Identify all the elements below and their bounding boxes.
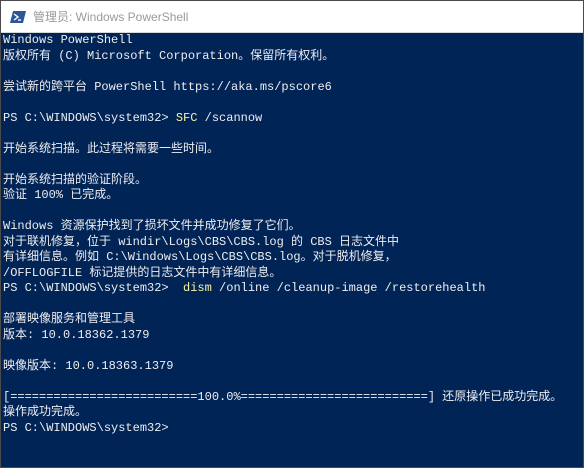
- console-command-args: /scannow: [197, 110, 263, 125]
- console-line: 映像版本: 10.0.18363.1379: [3, 358, 174, 373]
- console-line: 版本: 10.0.18362.1379: [3, 327, 150, 342]
- console-line: 开始系统扫描的验证阶段。: [3, 172, 148, 187]
- window-title: 管理员: Windows PowerShell: [33, 10, 189, 24]
- console-line: /OFFLOGFILE 标记提供的日志文件中有详细信息。: [3, 265, 282, 280]
- console-line: 尝试新的跨平台 PowerShell https://aka.ms/pscore…: [3, 79, 332, 94]
- console-line: 验证 100% 已完成。: [3, 188, 119, 202]
- console-output[interactable]: Windows PowerShell 版权所有 (C) Microsoft Cor…: [3, 33, 583, 467]
- title-bar[interactable]: 管理员: Windows PowerShell: [1, 1, 583, 33]
- console-line: 操作成功完成。: [3, 405, 88, 419]
- console-command-line: PS C:\WINDOWS\system32> SFC /scannow: [3, 111, 583, 127]
- console-command: SFC: [175, 110, 198, 125]
- console-line: 对于联机修复，位于 windir\Logs\CBS\CBS.log 的 CBS …: [3, 234, 400, 249]
- console-line: 开始系统扫描。此过程将需要一些时间。: [3, 141, 220, 156]
- console-line: 部署映像服务和管理工具: [3, 312, 136, 326]
- console-line: Windows PowerShell: [3, 33, 133, 47]
- console-line: 版权所有 (C) Microsoft Corporation。保留所有权利。: [3, 48, 335, 63]
- console-line: 有详细信息。例如 C:\Windows\Logs\CBS\CBS.log。对于脱…: [3, 250, 397, 264]
- console-prompt: PS C:\WINDOWS\system32>: [3, 281, 176, 295]
- console-command-line: PS C:\WINDOWS\system32> dism /online /cl…: [3, 281, 583, 297]
- console-line: [==========================100.0%=======…: [3, 389, 563, 404]
- console-command: dism: [175, 281, 212, 295]
- console-prompt: PS C:\WINDOWS\system32>: [3, 110, 176, 125]
- console-line: Windows 资源保护找到了损坏文件并成功修复了它们。: [3, 219, 301, 233]
- powershell-window: 管理员: Windows PowerShell Windows PowerShe…: [0, 0, 584, 468]
- console-command-args: /online /cleanup-image /restorehealth: [211, 281, 486, 295]
- console-line: PS C:\WINDOWS\system32>: [3, 420, 169, 435]
- powershell-icon: [10, 11, 26, 23]
